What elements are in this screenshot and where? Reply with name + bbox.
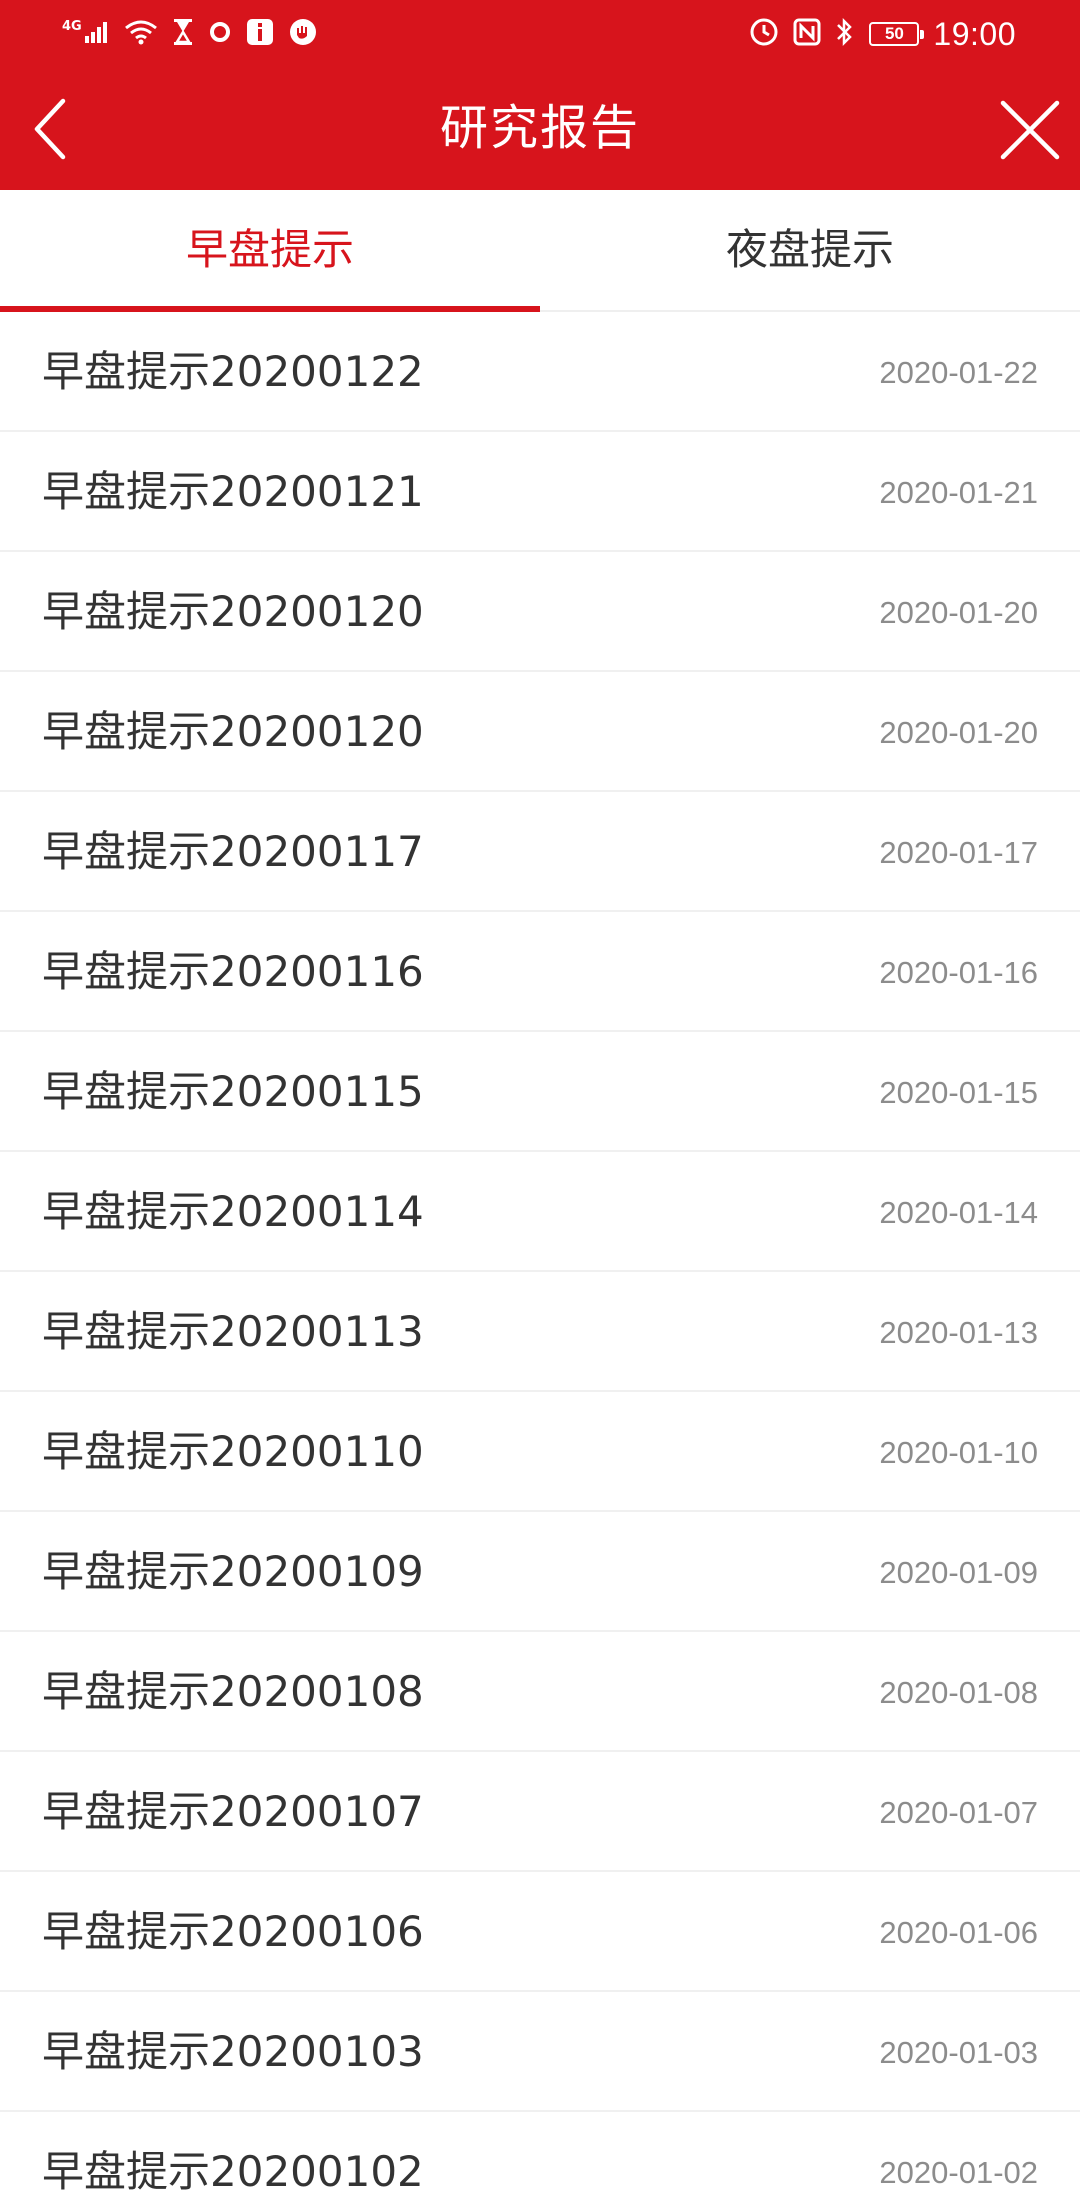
list-item[interactable]: 早盘提示20200106 2020-01-06 (0, 1872, 1080, 1992)
report-title: 早盘提示20200117 (42, 827, 424, 876)
wifi-icon (124, 19, 158, 49)
report-date: 2020-01-20 (879, 595, 1038, 630)
close-button[interactable] (994, 94, 1066, 166)
list-item[interactable]: 早盘提示20200116 2020-01-16 (0, 912, 1080, 1032)
status-time: 19:00 (933, 15, 1016, 52)
app-header: 研究报告 (0, 66, 1080, 190)
network-type: 4G (62, 18, 82, 34)
report-date: 2020-01-03 (879, 2035, 1038, 2070)
alarm-icon (749, 17, 779, 51)
list-item[interactable]: 早盘提示20200117 2020-01-17 (0, 792, 1080, 912)
report-title: 早盘提示20200120 (42, 707, 424, 756)
status-right-icons: 50 19:00 (749, 14, 1016, 54)
close-icon (1000, 100, 1060, 160)
shield-app-icon (288, 17, 318, 51)
report-date: 2020-01-06 (879, 1915, 1038, 1950)
status-left-icons: 4G (62, 14, 318, 54)
report-title: 早盘提示20200106 (42, 1907, 424, 1956)
report-title: 早盘提示20200121 (42, 467, 424, 516)
report-title: 早盘提示20200107 (42, 1787, 424, 1836)
list-item[interactable]: 早盘提示20200121 2020-01-21 (0, 432, 1080, 552)
report-date: 2020-01-14 (879, 1195, 1038, 1230)
list-item[interactable]: 早盘提示20200113 2020-01-13 (0, 1272, 1080, 1392)
info-app-icon (246, 18, 274, 50)
list-item[interactable]: 早盘提示20200110 2020-01-10 (0, 1392, 1080, 1512)
report-title: 早盘提示20200122 (42, 347, 424, 396)
nfc-icon (793, 18, 821, 50)
report-title: 早盘提示20200115 (42, 1067, 424, 1116)
list-item[interactable]: 早盘提示20200107 2020-01-07 (0, 1752, 1080, 1872)
tab-morning-tips[interactable]: 早盘提示 (0, 190, 540, 312)
app-page: 4G 50 19:00 研究报告 早盘提示 夜盘提示 早盘提示20200122 … (0, 0, 1080, 2204)
bluetooth-icon (835, 17, 855, 51)
report-date: 2020-01-17 (879, 835, 1038, 870)
hourglass-icon (172, 18, 194, 50)
report-title: 早盘提示20200102 (42, 2147, 424, 2196)
report-date: 2020-01-20 (879, 715, 1038, 750)
report-date: 2020-01-10 (879, 1435, 1038, 1470)
report-date: 2020-01-21 (879, 475, 1038, 510)
report-date: 2020-01-13 (879, 1315, 1038, 1350)
back-button[interactable] (14, 94, 84, 164)
list-item[interactable]: 早盘提示20200114 2020-01-14 (0, 1152, 1080, 1272)
report-title: 早盘提示20200110 (42, 1427, 424, 1476)
list-item[interactable]: 早盘提示20200108 2020-01-08 (0, 1632, 1080, 1752)
report-title: 早盘提示20200108 (42, 1667, 424, 1716)
report-title: 早盘提示20200109 (42, 1547, 424, 1596)
chevron-left-icon (34, 98, 66, 160)
report-date: 2020-01-07 (879, 1795, 1038, 1830)
list-item[interactable]: 早盘提示20200115 2020-01-15 (0, 1032, 1080, 1152)
list-item[interactable]: 早盘提示20200120 2020-01-20 (0, 552, 1080, 672)
report-title: 早盘提示20200113 (42, 1307, 424, 1356)
circle-status-icon (208, 20, 232, 48)
battery-icon: 50 (869, 22, 925, 46)
report-title: 早盘提示20200116 (42, 947, 424, 996)
signal-icon (84, 20, 110, 48)
report-date: 2020-01-15 (879, 1075, 1038, 1110)
report-date: 2020-01-02 (879, 2155, 1038, 2190)
list-item[interactable]: 早盘提示20200120 2020-01-20 (0, 672, 1080, 792)
report-title: 早盘提示20200114 (42, 1187, 424, 1236)
list-item[interactable]: 早盘提示20200109 2020-01-09 (0, 1512, 1080, 1632)
status-bar: 4G 50 19:00 (0, 0, 1080, 66)
report-date: 2020-01-16 (879, 955, 1038, 990)
report-date: 2020-01-08 (879, 1675, 1038, 1710)
report-list: 早盘提示20200122 2020-01-22 早盘提示20200121 202… (0, 312, 1080, 2204)
tab-night-tips[interactable]: 夜盘提示 (540, 190, 1080, 310)
report-date: 2020-01-22 (879, 355, 1038, 390)
report-date: 2020-01-09 (879, 1555, 1038, 1590)
report-title: 早盘提示20200103 (42, 2027, 424, 2076)
report-tabs: 早盘提示 夜盘提示 (0, 190, 1080, 312)
report-title: 早盘提示20200120 (42, 587, 424, 636)
list-item[interactable]: 早盘提示20200122 2020-01-22 (0, 312, 1080, 432)
page-title: 研究报告 (439, 100, 640, 156)
list-item[interactable]: 早盘提示20200102 2020-01-02 (0, 2112, 1080, 2204)
list-item[interactable]: 早盘提示20200103 2020-01-03 (0, 1992, 1080, 2112)
